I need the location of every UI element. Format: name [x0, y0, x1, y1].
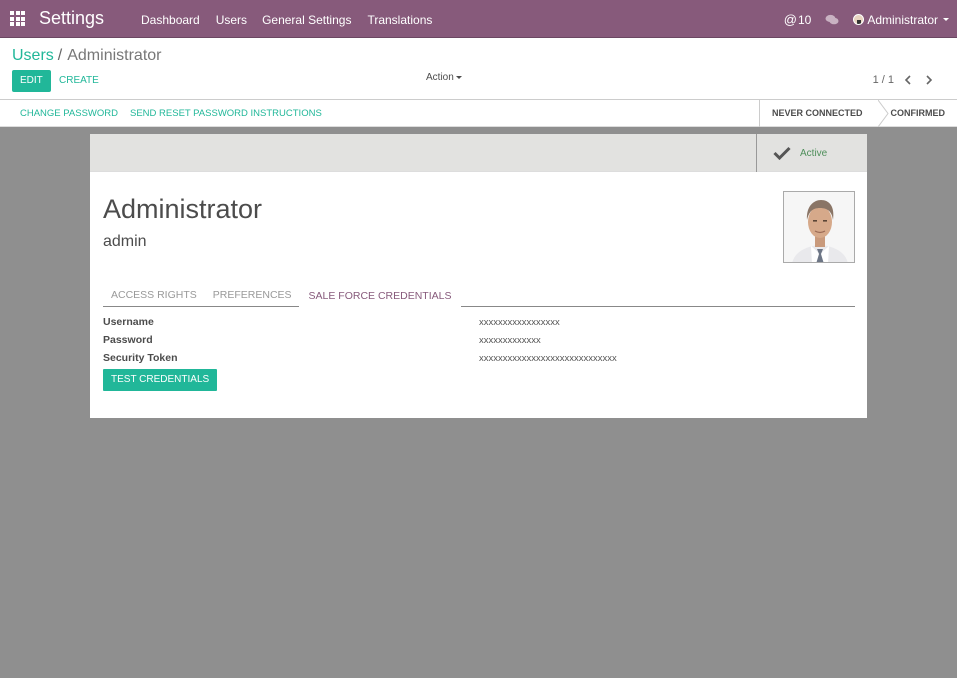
action-caret-icon [455, 75, 462, 79]
tab-preferences[interactable]: PREFERENCES [205, 285, 300, 306]
active-toggle-button[interactable]: Active [756, 134, 867, 172]
user-avatar-icon [853, 14, 865, 25]
app-title: Settings [39, 8, 105, 28]
create-button[interactable]: CREATE [59, 75, 99, 86]
action-label: Action [426, 72, 454, 83]
breadcrumb-separator: / [57, 47, 63, 64]
chevron-right-icon[interactable] [923, 73, 935, 87]
menu-item-translations[interactable]: Translations [367, 13, 432, 27]
security-token-value: xxxxxxxxxxxxxxxxxxxxxxxxxxxxx [479, 353, 617, 364]
button-box: Active [90, 134, 867, 172]
user-name-title: Administrator [103, 194, 263, 224]
username-value: xxxxxxxxxxxxxxxxx [479, 317, 560, 328]
apps-grid-icon[interactable] [10, 11, 25, 26]
step-arrow-divider [878, 100, 889, 127]
chevron-left-icon[interactable] [902, 73, 914, 87]
menu-item-users[interactable]: Users [216, 13, 247, 27]
password-label: Password [103, 334, 153, 346]
tab-sale-force-credentials[interactable]: SALE FORCE CREDENTIALS [298, 285, 462, 307]
caret-down-icon [943, 18, 949, 21]
control-panel: Users / Administrator EDIT CREATE Action 1… [0, 38, 957, 100]
step-never-connected[interactable]: NEVER CONNECTED [758, 100, 873, 127]
at-sign-icon: @ [783, 12, 797, 27]
user-photo [783, 191, 855, 263]
mentions-button[interactable]: @ 10 [784, 12, 812, 27]
chat-bubbles-icon[interactable] [825, 14, 839, 26]
active-label: Active [800, 147, 828, 159]
user-name: Administrator [867, 12, 938, 27]
notebook-tabs: ACCESS RIGHTS PREFERENCES SALE FORCE CRE… [103, 285, 855, 307]
menu-item-dashboard[interactable]: Dashboard [141, 13, 200, 27]
checkmark-icon [773, 146, 791, 160]
main-menu: Dashboard Users General Settings Transla… [141, 13, 448, 27]
top-navbar: Settings Dashboard Users General Setting… [0, 0, 957, 38]
mention-count: 10 [797, 12, 812, 27]
menu-item-general-settings[interactable]: General Settings [262, 13, 351, 27]
user-login: admin [103, 233, 147, 250]
test-credentials-button[interactable]: TEST CREDENTIALS [103, 369, 218, 391]
breadcrumb: Users / Administrator [12, 47, 161, 65]
username-label: Username [103, 316, 154, 328]
action-dropdown[interactable]: Action [426, 72, 462, 83]
pager-value[interactable]: 1 / 1 [873, 74, 894, 86]
state-steps: NEVER CONNECTED CONFIRMED [758, 100, 957, 127]
edit-button[interactable]: EDIT [12, 70, 51, 92]
tab-access-rights[interactable]: ACCESS RIGHTS [103, 285, 205, 306]
password-value: xxxxxxxxxxxxx [479, 335, 541, 346]
send-reset-password-button[interactable]: SEND RESET PASSWORD INSTRUCTIONS [130, 108, 322, 119]
security-token-label: Security Token [103, 352, 178, 364]
navbar-systray: @ 10 Administrator [784, 12, 949, 27]
change-password-button[interactable]: CHANGE PASSWORD [20, 108, 118, 119]
breadcrumb-users-link[interactable]: Users [12, 47, 54, 64]
breadcrumb-current: Administrator [67, 47, 162, 64]
user-menu[interactable]: Administrator [853, 13, 949, 27]
form-statusbar: CHANGE PASSWORD SEND RESET PASSWORD INST… [0, 100, 957, 127]
form-sheet: Active Administrator admin ACCESS RIGHTS… [90, 134, 867, 418]
